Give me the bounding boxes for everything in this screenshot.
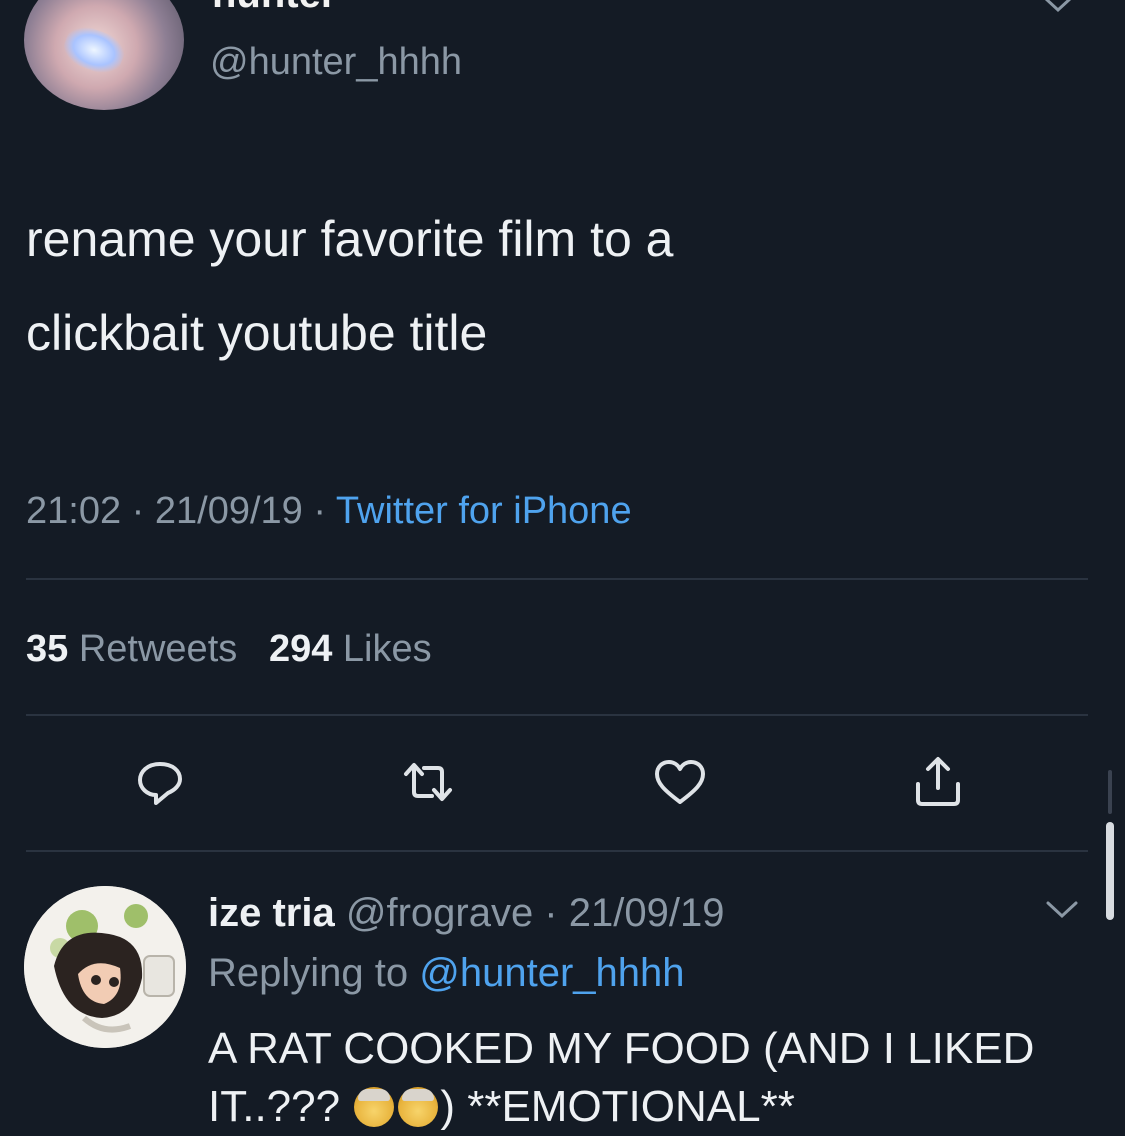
scrollbar-track[interactable]: [1108, 770, 1112, 814]
reply-icon: [138, 762, 182, 805]
tweet-text-line: clickbait youtube title: [26, 305, 488, 361]
reply-button[interactable]: [130, 752, 190, 812]
replying-to-label: Replying to: [208, 951, 409, 995]
divider: [26, 850, 1088, 852]
retweets-stat[interactable]: 35 Retweets: [26, 628, 237, 670]
tweet-meta: 21:02 · 21/09/19 · Twitter for iPhone: [26, 486, 632, 536]
reply-author-name[interactable]: ize tria: [208, 891, 335, 935]
retweet-button[interactable]: [398, 752, 458, 812]
tweet-time: 21:02: [26, 490, 122, 532]
replying-to: Replying to @hunter_hhhh: [208, 948, 685, 998]
meta-separator: ·: [313, 490, 327, 532]
retweet-icon: [404, 763, 452, 801]
avatar-illustration: [24, 886, 186, 1048]
reply-author-avatar[interactable]: [24, 886, 186, 1048]
share-button[interactable]: [908, 752, 968, 812]
author-avatar[interactable]: [24, 0, 184, 110]
reply-header: ize tria @frograve · 21/09/19: [208, 888, 724, 938]
reply-author-handle[interactable]: @frograve: [346, 891, 533, 935]
exploding-head-emoji: [354, 1087, 395, 1127]
tweet-date: 21/09/19: [154, 490, 303, 532]
likes-count: 294: [268, 628, 333, 670]
avatar-glare: [58, 20, 130, 80]
tweet-text: rename your favorite film to a clickbait…: [26, 192, 1086, 380]
reply-text: A RAT COOKED MY FOOD (AND I LIKED IT..??…: [208, 1020, 1088, 1136]
divider: [26, 714, 1088, 716]
chevron-down-icon[interactable]: [1042, 0, 1074, 16]
tweet-text-line: rename your favorite film to a: [26, 211, 674, 267]
replying-to-mention[interactable]: @hunter_hhhh: [419, 951, 684, 995]
meta-separator: ·: [533, 891, 569, 935]
reply-text-part: ) **EMOTIONAL**: [440, 1082, 795, 1131]
retweets-label: Retweets: [78, 628, 238, 670]
scrollbar-thumb[interactable]: [1106, 822, 1114, 920]
divider: [26, 578, 1088, 580]
share-icon: [916, 757, 960, 806]
meta-separator: ·: [131, 490, 145, 532]
retweets-count: 35: [26, 628, 69, 670]
author-handle[interactable]: @hunter_hhhh: [210, 38, 462, 86]
like-icon: [655, 760, 705, 804]
reply-date[interactable]: 21/09/19: [569, 891, 725, 935]
likes-stat[interactable]: 294 Likes: [269, 628, 432, 670]
tweet-source-link[interactable]: Twitter for iPhone: [336, 490, 632, 532]
exploding-head-emoji: [398, 1087, 439, 1127]
likes-label: Likes: [342, 628, 432, 670]
tweet-stats: 35 Retweets 294 Likes: [26, 624, 432, 674]
chevron-down-icon[interactable]: [1044, 898, 1080, 922]
author-display-name[interactable]: hunter: [212, 0, 336, 18]
like-button[interactable]: [650, 752, 710, 812]
